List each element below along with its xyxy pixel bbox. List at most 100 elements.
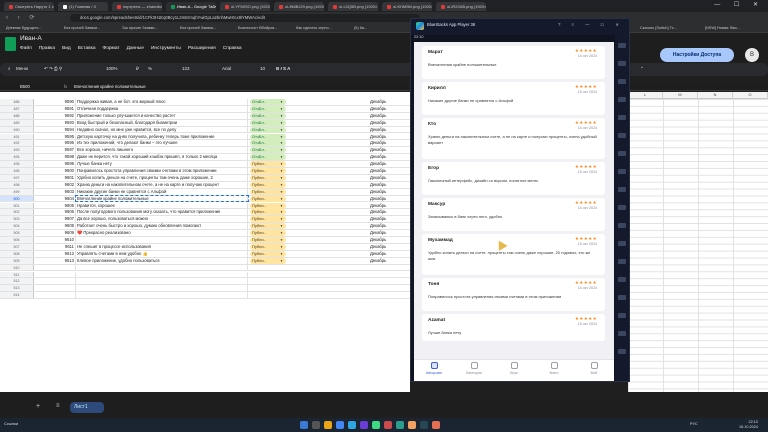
media-icon[interactable] (384, 421, 392, 429)
cell-id[interactable]: 9612 (34, 250, 76, 257)
spreadsheet-grid[interactable]: 486 9590 Поддержка живая, а не бот. это жи… (0, 92, 410, 392)
nav-tab[interactable]: Игры (494, 362, 534, 375)
cell-id[interactable] (34, 285, 76, 292)
cell-review-text[interactable]: Работает очень быстро и хорошо, думаю об… (76, 223, 248, 230)
cell-review-text[interactable] (76, 264, 248, 271)
table-row[interactable]: 514 (0, 292, 410, 300)
browser-tab[interactable]: портреты — zhanulka (112, 2, 162, 11)
status-chip-dropdown[interactable]: ОтзБл.. ▼ (250, 140, 286, 147)
status-chip-dropdown[interactable]: Публи.. ▼ (250, 202, 286, 209)
cell-review-text[interactable]: ❤️ Прекрасно реализовано (76, 230, 248, 236)
status-chip-dropdown[interactable]: ОтзБл.. ▼ (250, 126, 286, 133)
cell-id[interactable]: 9610 (34, 237, 76, 243)
sidebar-tool-icon[interactable] (618, 61, 626, 66)
cell-month[interactable]: Декабрь (368, 237, 410, 243)
cell-review-text[interactable]: Клевое приложение, удобно пользоваться (76, 257, 248, 264)
table-row[interactable]: 501 9605 Нравится, хорошее Публи.. ▼ Декабрь (0, 202, 410, 210)
row-number[interactable]: 503 (0, 216, 34, 223)
row-number[interactable]: 493 (0, 147, 34, 154)
cell-id[interactable]: 9593 (34, 119, 76, 126)
table-row[interactable]: 492 9596 Из тех приложений, что делают бан… (0, 140, 410, 148)
cell-review-text[interactable]: Из тех приложений, что делают банки – эт… (76, 140, 248, 147)
cell-id[interactable] (34, 292, 76, 299)
cell-id[interactable] (34, 278, 76, 285)
cell-id[interactable]: 9602 (34, 181, 76, 188)
table-row[interactable]: 488 9592 Приложение только улучшается и ка… (0, 112, 410, 120)
browser-tab[interactable]: ol-lR2G85.png (1920×1080) (436, 2, 486, 11)
table-row[interactable]: 486 9590 Поддержка живая, а не бот. это жи… (0, 99, 410, 106)
table-row[interactable]: 509 9613 Клевое приложение, удобно пользов… (0, 257, 410, 265)
cell-id[interactable] (34, 264, 76, 271)
cell-month[interactable]: Декабрь (368, 161, 410, 167)
windows-start-icon[interactable] (300, 421, 308, 429)
row-number[interactable]: 499 (0, 188, 34, 195)
cell-month[interactable]: Декабрь (368, 244, 410, 250)
cell-month[interactable]: Декабрь (368, 175, 410, 181)
currency-button[interactable]: ₽ (136, 66, 139, 72)
chrome-icon[interactable] (336, 421, 344, 429)
sidebar-tool-icon[interactable] (618, 43, 626, 48)
font-select[interactable]: Arial (222, 66, 231, 71)
table-row[interactable]: 507 9611 Не спешит в процессе использовани… (0, 243, 410, 251)
table-row[interactable]: 510 (0, 264, 410, 272)
status-chip-dropdown[interactable]: Публи.. ▼ (250, 174, 286, 181)
cell-id[interactable]: 9609 (34, 230, 76, 236)
bookmark-item[interactable]: (5) Ка... (354, 25, 367, 32)
col-header-n[interactable]: N (698, 92, 733, 99)
cell-month[interactable] (368, 292, 410, 298)
row-number[interactable]: 489 (0, 119, 34, 126)
table-row[interactable]: 491 9595 Детскую карточку на днях получила… (0, 133, 410, 141)
row-number[interactable]: 507 (0, 243, 34, 250)
cell-month[interactable] (368, 285, 410, 291)
row-number[interactable]: 501 (0, 202, 34, 209)
avatar[interactable]: B (745, 48, 759, 62)
cell-id[interactable]: 9608 (34, 223, 76, 230)
bookmark-item[interactable]: Эш прочие Заявки... (122, 25, 158, 32)
font-size-input[interactable]: 10 (260, 66, 265, 71)
cell-review-text[interactable]: Нравится, хорошее (76, 202, 248, 209)
cell-reference[interactable]: B500 (20, 84, 30, 89)
nav-arrows-icon[interactable]: ‹ › ⟳ (6, 14, 38, 21)
table-row[interactable]: 505 9609 ❤️ Прекрасно реализовано Публи.. ▼ Д… (0, 230, 410, 237)
cell-month[interactable]: Декабрь (368, 203, 410, 209)
cell-review-text[interactable] (76, 237, 248, 243)
menu-item[interactable]: Файл (20, 46, 32, 51)
row-number[interactable]: 492 (0, 140, 34, 147)
cell-id[interactable]: 9606 (34, 209, 76, 216)
sidebar-tool-icon[interactable] (618, 187, 626, 192)
url-field[interactable]: docs.google.com/spreadsheets/d/1CFk3H1Eq… (70, 14, 420, 22)
search-icon[interactable] (312, 421, 320, 429)
spreadsheet-grid-right[interactable] (628, 99, 768, 392)
status-chip-dropdown[interactable]: Публи.. ▼ (250, 168, 286, 174)
cell-month[interactable]: Декабрь (368, 127, 410, 133)
browser-tab[interactable]: Смотреть Наруто 1 сезон 1 (4, 2, 54, 11)
cell-review-text[interactable] (76, 292, 248, 299)
app-icon[interactable] (360, 421, 368, 429)
cell-month[interactable]: Декабрь (368, 147, 410, 153)
row-number[interactable]: 495 (0, 161, 34, 167)
status-chip-dropdown[interactable]: Публи.. ▼ (250, 237, 286, 243)
add-sheet-icon[interactable]: + (36, 403, 40, 410)
cell-month[interactable]: Декабрь (368, 216, 410, 222)
sheet-list-icon[interactable]: ≡ (56, 403, 60, 409)
window-controls[interactable]: — ☐ ✕ (714, 1, 764, 8)
status-chip-dropdown[interactable]: Публи.. ▼ (250, 257, 286, 264)
review-card[interactable]: Мухаммад ★★★★★ 16 окт 2024 Удобно копить де… (422, 234, 605, 275)
undo-icon[interactable]: ↶ ↷ ⎙ ⚲ (44, 66, 62, 72)
bookmark-item[interactable]: Как сделать черно... (296, 25, 332, 32)
cell-month[interactable]: Декабрь (368, 182, 410, 188)
cell-review-text[interactable]: Вход быстрый и безопасный, благодаря био… (76, 119, 248, 126)
cell-id[interactable]: 9603 (34, 188, 76, 195)
status-chip-dropdown[interactable]: Публи.. ▼ (250, 195, 286, 202)
cell-id[interactable]: 9594 (34, 126, 76, 133)
sidebar-tool-icon[interactable] (618, 295, 626, 300)
game-icon[interactable] (408, 421, 416, 429)
cell-review-text[interactable]: Удобно копить деньги на счете, проценты … (76, 174, 248, 181)
menu-item[interactable]: Вставка (78, 46, 96, 51)
row-number[interactable]: 506 (0, 237, 34, 243)
taskbar-label[interactable]: Ссылки (4, 421, 18, 426)
status-chip-dropdown[interactable]: Публи.. ▼ (250, 250, 286, 257)
bluestacks-icon[interactable] (372, 421, 380, 429)
table-row[interactable]: 513 (0, 285, 410, 293)
row-number[interactable]: 494 (0, 154, 34, 161)
